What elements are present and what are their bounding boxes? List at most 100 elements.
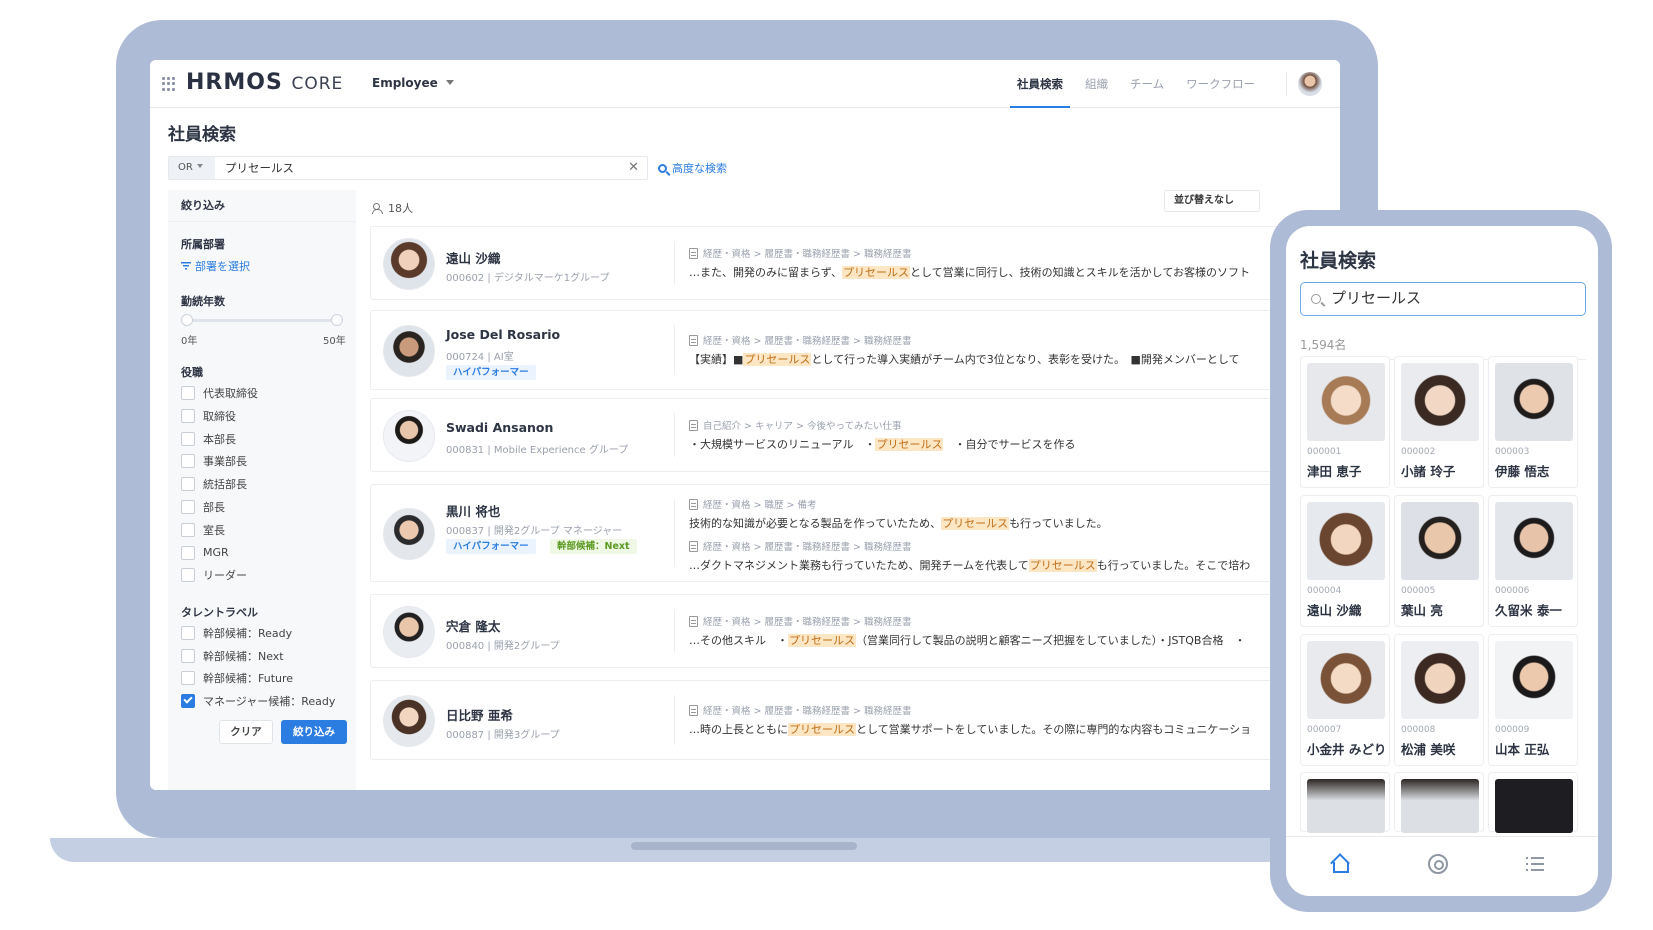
search-icon bbox=[1311, 294, 1321, 304]
checkbox[interactable] bbox=[181, 477, 195, 492]
checkbox[interactable] bbox=[181, 545, 195, 560]
employee-tile[interactable]: 000009 山本 正弘 bbox=[1488, 634, 1578, 766]
nav-tab-0[interactable]: 社員検索 bbox=[1006, 60, 1074, 108]
checkbox[interactable] bbox=[181, 500, 195, 514]
mobile-search-input[interactable]: プリセールス bbox=[1300, 282, 1586, 316]
advanced-search-link[interactable]: 高度な検索 bbox=[658, 160, 727, 176]
checkbox[interactable] bbox=[181, 522, 195, 537]
nav-tab-1[interactable]: 組織 bbox=[1074, 60, 1119, 108]
employee-name: 久留米 泰一 bbox=[1495, 603, 1562, 618]
sort-button[interactable]: 並び替えなし bbox=[1164, 190, 1260, 212]
checkbox[interactable] bbox=[181, 671, 195, 686]
talent-option-label: マネージャー候補：Ready bbox=[203, 694, 336, 708]
select-department-label: 部署を選択 bbox=[195, 260, 250, 273]
employee-avatar[interactable] bbox=[383, 325, 435, 377]
list-icon[interactable] bbox=[1526, 856, 1544, 872]
employee-photo bbox=[1401, 363, 1479, 441]
role-option-label: 統括部長 bbox=[203, 478, 247, 492]
result-card[interactable]: Swadi Ansanon 000831 | Mobile Experience … bbox=[370, 398, 1340, 472]
talent-option[interactable]: マネージャー候補：Ready bbox=[181, 692, 335, 710]
search-people-icon[interactable] bbox=[1428, 854, 1448, 874]
tenure-slider-max-handle[interactable] bbox=[331, 314, 343, 326]
role-option[interactable]: 取締役 bbox=[181, 407, 236, 425]
employee-name[interactable]: 黒川 将也 bbox=[446, 501, 500, 520]
employee-name[interactable]: Swadi Ansanon bbox=[446, 420, 553, 435]
talent-option[interactable]: 幹部候補：Ready bbox=[181, 624, 292, 642]
nav-tab-3[interactable]: ワークフロー bbox=[1175, 60, 1266, 108]
checkbox[interactable] bbox=[181, 454, 195, 469]
snippet-text: …ダクトマネジメント業務も行っていたため、開発チームを代表してプリセールスも行っ… bbox=[689, 557, 1250, 573]
employee-tile[interactable]: 000005 葉山 亮 bbox=[1394, 495, 1484, 627]
employee-tile[interactable]: 000002 小諸 玲子 bbox=[1394, 356, 1484, 488]
snippet-breadcrumb: 経歴・資格 > 履歴書・職務経歴書 > 職務経歴書 bbox=[689, 246, 912, 260]
result-card[interactable]: 宍倉 隆太 000840 | 開発2グループ 経歴・資格 > 履歴書・職務経歴書 >… bbox=[370, 594, 1340, 668]
employee-name[interactable]: Jose Del Rosario bbox=[446, 327, 560, 342]
role-option[interactable]: MGR bbox=[181, 544, 229, 562]
employee-tile-partial[interactable] bbox=[1300, 772, 1390, 833]
employee-tile[interactable]: 000003 伊藤 悟志 bbox=[1488, 356, 1578, 488]
talent-option[interactable]: 幹部候補：Future bbox=[181, 669, 293, 687]
employee-tile[interactable]: 000001 津田 恵子 bbox=[1300, 356, 1390, 488]
clear-button[interactable]: クリア bbox=[219, 720, 273, 744]
employee-name[interactable]: 宍倉 隆太 bbox=[446, 616, 500, 635]
result-card[interactable]: 遠山 沙織 000602 | デジタルマーケ1グループ 経歴・資格 > 履歴書・職務… bbox=[370, 226, 1340, 300]
employee-avatar[interactable] bbox=[383, 410, 435, 462]
nav-tab-2[interactable]: チーム bbox=[1119, 60, 1175, 108]
role-option[interactable]: 事業部長 bbox=[181, 452, 247, 470]
checkbox[interactable] bbox=[181, 648, 195, 663]
app-grid-icon[interactable] bbox=[162, 77, 176, 91]
employee-tile[interactable]: 000004 遠山 沙織 bbox=[1300, 495, 1390, 627]
role-option[interactable]: 統括部長 bbox=[181, 475, 247, 493]
employee-avatar[interactable] bbox=[383, 508, 435, 560]
card-divider bbox=[674, 325, 675, 375]
employee-avatar[interactable] bbox=[383, 695, 435, 747]
result-card[interactable]: Jose Del Rosario 000724 | AI室 ハイパフォーマー 経歴・資… bbox=[370, 310, 1340, 390]
employee-id: 000001 bbox=[1307, 447, 1342, 457]
mobile-tab-bar bbox=[1286, 836, 1598, 896]
document-icon bbox=[689, 705, 698, 716]
role-option-label: 事業部長 bbox=[203, 455, 247, 469]
employee-avatar[interactable] bbox=[383, 238, 435, 290]
employee-tile-partial[interactable] bbox=[1488, 772, 1578, 833]
user-avatar[interactable] bbox=[1298, 72, 1322, 96]
clear-search-icon[interactable]: ✕ bbox=[628, 160, 639, 176]
snippet-pre: ・大規模サービスのリニューアル ・ bbox=[689, 438, 876, 451]
employee-name[interactable]: 日比野 亜希 bbox=[446, 705, 513, 724]
tenure-slider-track[interactable] bbox=[187, 319, 337, 322]
apply-filter-button[interactable]: 絞り込み bbox=[281, 720, 347, 744]
talent-option[interactable]: 幹部候補：Next bbox=[181, 647, 284, 665]
employee-tile[interactable]: 000006 久留米 泰一 bbox=[1488, 495, 1578, 627]
checkbox[interactable] bbox=[181, 568, 195, 583]
search-input[interactable]: プリセールス bbox=[225, 157, 294, 179]
employee-name[interactable]: 遠山 沙織 bbox=[446, 248, 500, 267]
employee-avatar[interactable] bbox=[383, 606, 435, 658]
employee-tile[interactable]: 000007 小金井 みどり bbox=[1300, 634, 1390, 766]
talent-badge: ハイパフォーマー bbox=[446, 539, 536, 554]
role-option[interactable]: 室長 bbox=[181, 521, 225, 539]
checkbox[interactable] bbox=[181, 386, 195, 400]
snippet-pre: …時の上長とともに bbox=[689, 723, 788, 736]
page-title: 社員検索 bbox=[168, 125, 236, 145]
role-option[interactable]: リーダー bbox=[181, 566, 247, 584]
operator-select[interactable]: OR bbox=[169, 157, 215, 179]
checkbox[interactable] bbox=[181, 431, 195, 446]
checkbox[interactable] bbox=[181, 408, 195, 423]
home-icon[interactable] bbox=[1330, 855, 1349, 873]
employee-tile-partial[interactable] bbox=[1394, 772, 1484, 833]
snippet-pre: 技術的な知識が必要となる製品を作っていたため、 bbox=[689, 517, 942, 530]
tenure-slider-min-handle[interactable] bbox=[181, 314, 193, 326]
snippet-highlight: プリセールス bbox=[743, 353, 812, 366]
desktop-app: HRMOS CORE Employee 社員検索 組織 チーム ワークフロー 社員検索… bbox=[150, 60, 1340, 790]
role-option[interactable]: 部長 bbox=[181, 498, 225, 516]
checkbox[interactable] bbox=[181, 626, 195, 640]
select-department-link[interactable]: 部署を選択 bbox=[181, 258, 250, 274]
result-card[interactable]: 黒川 将也 000837 | 開発2グループ マネージャー ハイパフォーマー 幹部候補… bbox=[370, 484, 1340, 582]
employee-select[interactable]: Employee bbox=[372, 76, 454, 90]
role-option[interactable]: 代表取締役 bbox=[181, 384, 258, 402]
role-option[interactable]: 本部長 bbox=[181, 430, 236, 448]
checkbox[interactable] bbox=[181, 693, 195, 708]
result-card[interactable]: 日比野 亜希 000887 | 開発3グループ 経歴・資格 > 履歴書・職務経歴書 … bbox=[370, 680, 1340, 760]
talent-option-label: 幹部候補：Next bbox=[203, 649, 284, 663]
document-icon bbox=[689, 420, 698, 431]
employee-tile[interactable]: 000008 松浦 美咲 bbox=[1394, 634, 1484, 766]
